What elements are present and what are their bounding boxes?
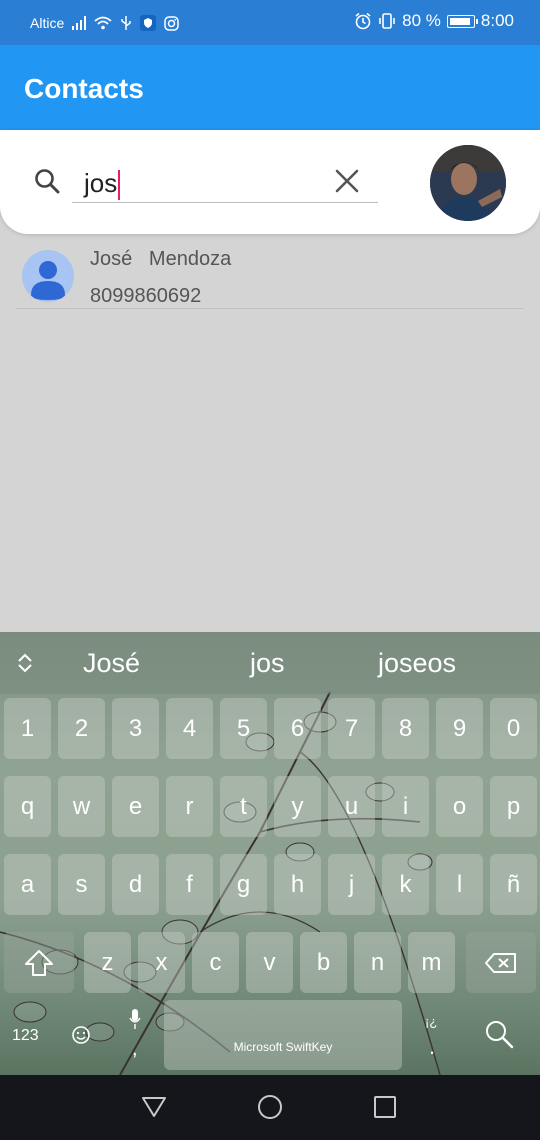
alarm-icon — [355, 12, 371, 30]
key-v[interactable]: v — [246, 932, 293, 993]
suggestion-2[interactable]: jos — [250, 648, 285, 679]
key-h[interactable]: h — [274, 854, 321, 915]
key-enye[interactable]: ñ — [490, 854, 537, 915]
contact-name: José Mendoza — [90, 248, 232, 270]
key-8[interactable]: 8 — [382, 698, 429, 759]
key-4[interactable]: 4 — [166, 698, 213, 759]
clock: 8:00 — [480, 11, 514, 30]
profile-photo-icon — [430, 145, 506, 221]
profile-avatar[interactable] — [430, 145, 506, 221]
home-icon[interactable] — [257, 1094, 283, 1120]
period-key[interactable]: . — [429, 1034, 435, 1060]
page-title: Contacts — [24, 73, 144, 104]
backspace-icon — [485, 952, 516, 973]
punct-alt-label: ¡¿ — [425, 1014, 438, 1029]
key-f[interactable]: f — [166, 854, 213, 915]
expand-toolbar-icon[interactable] — [16, 652, 34, 674]
key-c[interactable]: c — [192, 932, 239, 993]
signal-icon — [72, 16, 87, 30]
key-w[interactable]: w — [58, 776, 105, 837]
key-q[interactable]: q — [4, 776, 51, 837]
key-6[interactable]: 6 — [274, 698, 321, 759]
key-o[interactable]: o — [436, 776, 483, 837]
space-bar[interactable]: Microsoft SwiftKey — [164, 1000, 402, 1070]
key-g[interactable]: g — [220, 854, 267, 915]
list-item[interactable]: José Mendoza 8099860692 — [16, 236, 524, 309]
key-3[interactable]: 3 — [112, 698, 159, 759]
key-i[interactable]: i — [382, 776, 429, 837]
suggestion-1[interactable]: José — [83, 648, 140, 679]
wifi-icon — [94, 16, 112, 30]
microphone-icon[interactable] — [128, 1008, 142, 1030]
clear-icon[interactable] — [334, 168, 360, 194]
carrier-label: Altice — [30, 15, 65, 31]
key-n[interactable]: n — [354, 932, 401, 993]
emoji-icon[interactable] — [71, 1025, 91, 1045]
keyboard: José jos joseos 1 2 3 4 5 6 7 8 9 0 q w … — [0, 632, 540, 1075]
search-query: jos — [84, 168, 118, 198]
shift-key[interactable] — [4, 932, 74, 993]
key-b[interactable]: b — [300, 932, 347, 993]
key-u[interactable]: u — [328, 776, 375, 837]
search-query-text: jos — [84, 168, 121, 201]
comma-key[interactable]: , — [132, 1038, 138, 1061]
key-t[interactable]: t — [220, 776, 267, 837]
key-j[interactable]: j — [328, 854, 375, 915]
key-m[interactable]: m — [408, 932, 455, 993]
search-input[interactable]: jos — [72, 162, 378, 203]
key-k[interactable]: k — [382, 854, 429, 915]
key-z[interactable]: z — [84, 932, 131, 993]
key-5[interactable]: 5 — [220, 698, 267, 759]
key-2[interactable]: 2 — [58, 698, 105, 759]
symbols-key[interactable]: 123 — [12, 1027, 39, 1045]
keyboard-search-icon[interactable] — [484, 1019, 514, 1049]
space-bar-label: Microsoft SwiftKey — [233, 1040, 333, 1054]
status-left: Altice — [30, 15, 179, 31]
key-0[interactable]: 0 — [490, 698, 537, 759]
key-r[interactable]: r — [166, 776, 213, 837]
key-d[interactable]: d — [112, 854, 159, 915]
key-l[interactable]: l — [436, 854, 483, 915]
back-icon[interactable] — [141, 1095, 167, 1119]
usb-icon — [121, 16, 131, 30]
navigation-bar — [0, 1075, 540, 1140]
status-right: 80 % 8:00 — [354, 11, 514, 31]
vibrate-icon — [379, 13, 395, 29]
battery-icon — [446, 14, 478, 28]
key-p[interactable]: p — [490, 776, 537, 837]
key-a[interactable]: a — [4, 854, 51, 915]
key-e[interactable]: e — [112, 776, 159, 837]
text-caret — [118, 170, 121, 201]
shield-app-icon — [140, 15, 157, 31]
search-icon[interactable] — [34, 168, 60, 194]
contact-avatar-icon — [22, 250, 74, 302]
app-bar: Contacts — [0, 45, 540, 130]
instagram-icon — [164, 15, 179, 31]
key-y[interactable]: y — [274, 776, 321, 837]
status-bar: Altice 80 % 8:00 — [0, 0, 540, 45]
key-s[interactable]: s — [58, 854, 105, 915]
battery-percent: 80 % — [402, 11, 441, 30]
key-7[interactable]: 7 — [328, 698, 375, 759]
contact-phone: 8099860692 — [90, 285, 202, 307]
suggestion-bar: José jos joseos — [0, 632, 540, 694]
suggestion-3[interactable]: joseos — [378, 648, 456, 679]
key-1[interactable]: 1 — [4, 698, 51, 759]
recents-icon[interactable] — [373, 1095, 397, 1119]
shift-icon — [25, 949, 53, 976]
key-x[interactable]: x — [138, 932, 185, 993]
backspace-key[interactable] — [466, 932, 536, 993]
key-9[interactable]: 9 — [436, 698, 483, 759]
